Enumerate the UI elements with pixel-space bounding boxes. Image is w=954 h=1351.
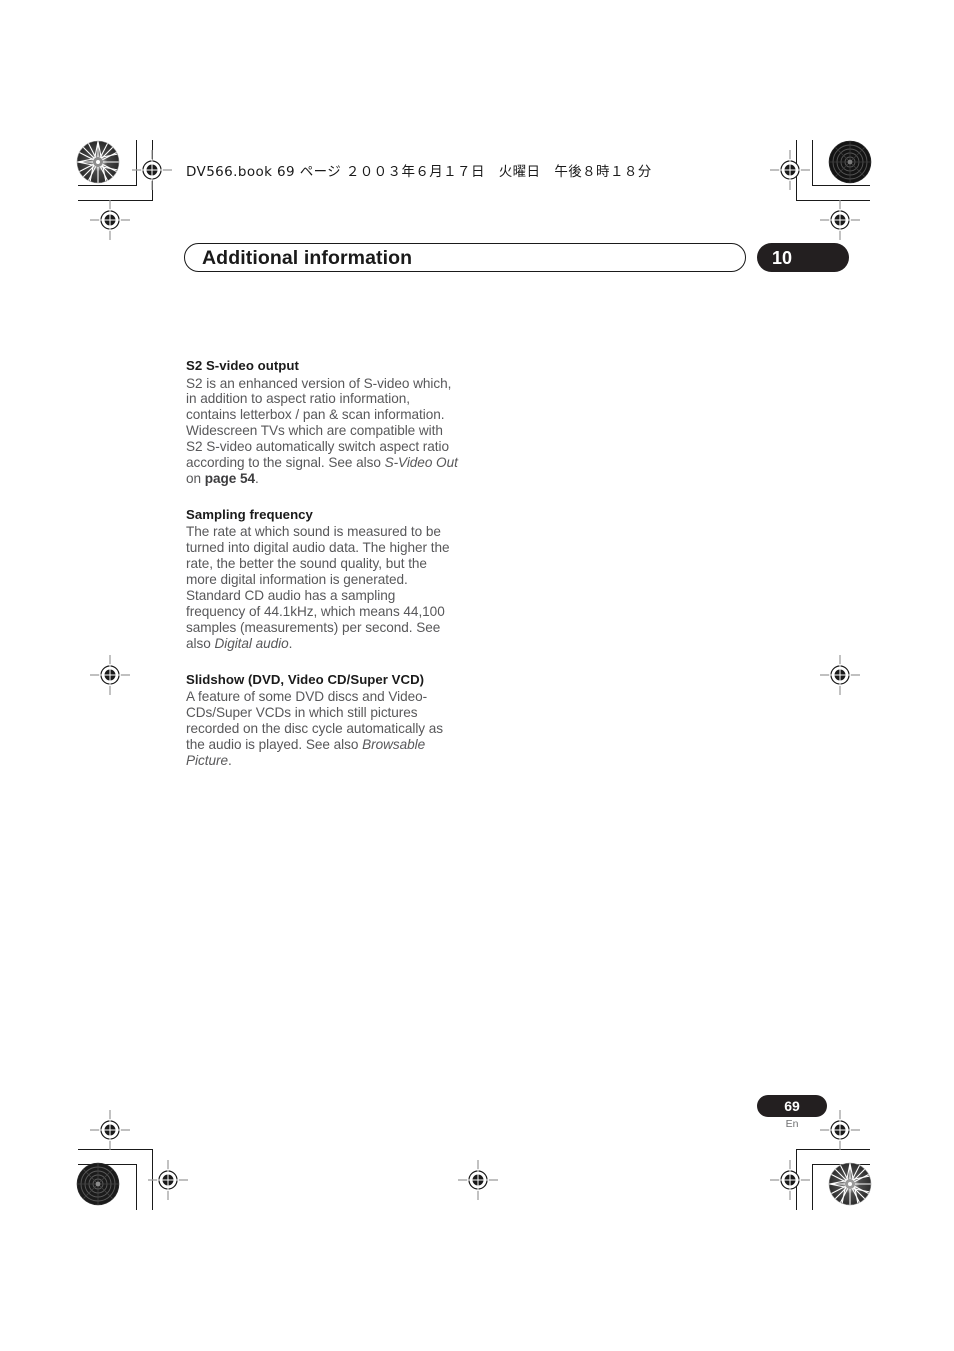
book-info-slug: DV566.book 69 ページ ２００３年６月１７日 火曜日 午後８時１８分 <box>186 164 652 180</box>
glossary-term: S2 S-video output <box>186 358 299 373</box>
registration-mark-lower-left <box>88 1108 132 1152</box>
crop-mark-bottom-right-v1 <box>812 1164 813 1210</box>
registration-mark-upper-right <box>818 198 862 242</box>
glossary-column: S2 S-video output S2 is an enhanced versi… <box>186 357 458 769</box>
language-code-label: En <box>785 1118 799 1130</box>
chapter-number-badge <box>757 243 849 272</box>
glossary-term: Sampling frequency <box>186 506 313 522</box>
crop-mark-bottom-left-v1 <box>136 1164 137 1210</box>
color-rosette-bottom-right <box>828 1162 872 1206</box>
definition-text: . <box>255 470 259 486</box>
glossary-entry: S2 S-video output S2 is an enhanced versi… <box>186 357 458 487</box>
glossary-entry: Slidshow (DVD, Video CD/Super VCD) A feat… <box>186 671 458 769</box>
crop-mark-top-right-v1 <box>812 140 813 186</box>
glossary-entry: Sampling frequency The rate at which soun… <box>186 506 458 652</box>
page-title: Additional information <box>202 247 413 269</box>
definition-text: . <box>288 635 293 651</box>
registration-mark-top-left <box>130 148 174 192</box>
definition-text: The rate at which sound is measured to b… <box>186 524 450 651</box>
chapter-number-label: 10 <box>772 248 793 268</box>
definition-text: on <box>186 470 205 486</box>
glossary-term: Slidshow (DVD, Video CD/Super VCD) <box>186 671 425 687</box>
color-rosette-bottom-left <box>76 1162 120 1206</box>
crop-mark-top-left-h1 <box>78 185 136 186</box>
page-number-label: 69 <box>784 1098 800 1114</box>
crop-mark-top-right-h1 <box>812 185 870 186</box>
glossary-definition: The rate at which sound is measured to b… <box>186 524 458 651</box>
registration-mark-mid-right <box>818 653 862 697</box>
registration-mark-upper-left <box>88 198 132 242</box>
registration-mark-bottom-right <box>768 1158 812 1202</box>
registration-mark-bottom-left <box>146 1158 190 1202</box>
cross-reference-italic: S-Video Out <box>384 455 458 471</box>
glossary-definition: A feature of some DVD discs and Video-CD… <box>186 689 458 769</box>
definition-text: . <box>227 752 232 768</box>
registration-mark-mid-left <box>88 653 132 697</box>
color-rosette-top-right <box>828 140 872 184</box>
color-rosette-top-left <box>76 140 120 184</box>
registration-mark-bottom-center <box>456 1158 500 1202</box>
glossary-definition: S2 is an enhanced version of S-video whi… <box>186 376 458 487</box>
manual-page: DV566.book 69 ページ ２００３年６月１７日 火曜日 午後８時１８分… <box>0 0 954 1351</box>
page-reference-bold: page 54 <box>204 470 256 486</box>
registration-mark-top-right <box>768 148 812 192</box>
cross-reference-italic: Digital audio <box>214 635 289 651</box>
